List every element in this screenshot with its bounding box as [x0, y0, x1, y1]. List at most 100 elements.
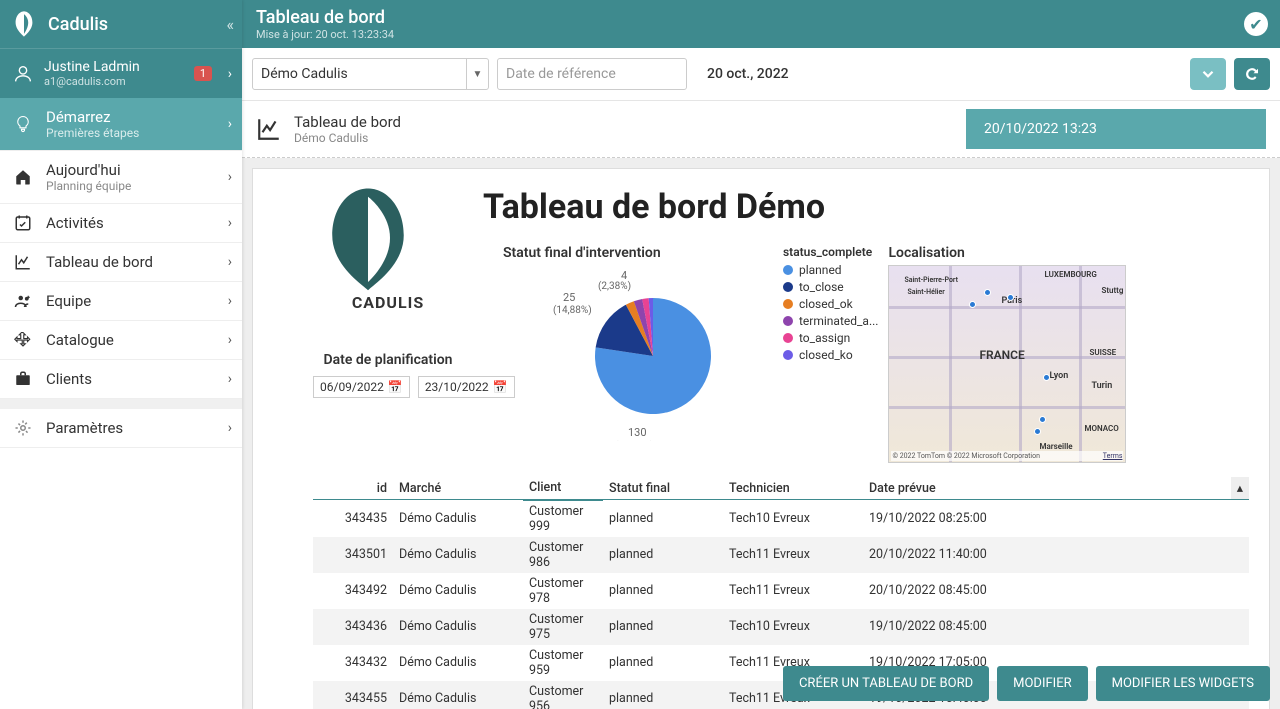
map[interactable]: FRANCE Paris LUXEMBOURG SUISSE Turin MON…: [888, 265, 1126, 463]
nav-label: Démarrez: [46, 108, 139, 126]
nav-label: Clients: [46, 370, 92, 388]
chevron-right-icon: ›: [228, 293, 232, 309]
table-row[interactable]: 343436Démo CadulisCustomer 975plannedTec…: [313, 609, 1249, 645]
date-from-input[interactable]: 06/09/2022 📅: [313, 376, 410, 398]
user-icon: [12, 63, 34, 85]
legend-item: terminated_a...: [783, 314, 878, 328]
logo-block: CADULIS Date de planification 06/09/2022…: [313, 183, 463, 398]
nav-sublabel: Planning équipe: [46, 179, 131, 193]
home-icon: [12, 168, 34, 186]
chart-line-icon: [12, 253, 34, 271]
col-tech[interactable]: Technicien: [723, 477, 863, 500]
map-title: Localisation: [888, 245, 1126, 261]
gear-icon: [12, 419, 34, 437]
map-label-monaco: MONACO: [1084, 424, 1118, 433]
nav-separator: [0, 399, 242, 409]
lightbulb-icon: [12, 115, 34, 133]
notification-badge: 1: [194, 66, 212, 81]
map-terms-link[interactable]: Terms: [1103, 452, 1123, 460]
edit-button[interactable]: MODIFIER: [997, 666, 1087, 701]
col-client[interactable]: Client: [523, 477, 603, 500]
table-row[interactable]: 343492Démo CadulisCustomer 978plannedTec…: [313, 573, 1249, 609]
nav-settings[interactable]: Paramètres ›: [0, 409, 242, 448]
refresh-icon: [1243, 65, 1261, 83]
map-label-france: FRANCE: [979, 348, 1024, 362]
chevron-right-icon: ›: [228, 215, 232, 231]
nav-start[interactable]: Démarrez Premières étapes ›: [0, 98, 242, 151]
svg-text:(77,38%): (77,38%): [615, 440, 654, 441]
nav-today[interactable]: Aujourd'hui Planning équipe ›: [0, 151, 242, 204]
map-attribution: © 2022 TomTom © 2022 Microsoft Corporati…: [892, 452, 1040, 460]
map-label-lyon: Lyon: [1049, 371, 1068, 381]
check-circle-icon[interactable]: ✔: [1244, 12, 1268, 36]
nav-team[interactable]: Equipe ›: [0, 282, 242, 321]
col-marche[interactable]: Marché: [393, 477, 523, 500]
chart-line-icon: [256, 116, 284, 142]
legend-item: closed_ok: [783, 297, 878, 311]
col-date[interactable]: Date prévue: [863, 477, 1231, 500]
subheader-sub: Démo Cadulis: [294, 131, 401, 145]
map-label-stp: Saint-Pierre-Port: [904, 276, 958, 284]
legend-title: status_complete: [783, 245, 878, 259]
nav-catalog[interactable]: Catalogue ›: [0, 321, 242, 360]
nav-dashboard[interactable]: Tableau de bord ›: [0, 243, 242, 282]
collapse-sidebar-icon[interactable]: «: [226, 15, 234, 34]
page-title: Tableau de bord: [256, 7, 1266, 28]
map-label-turin: Turin: [1091, 381, 1112, 391]
nav-label: Catalogue: [46, 331, 114, 349]
expand-button[interactable]: [1190, 58, 1226, 90]
svg-text:130: 130: [628, 426, 647, 439]
refresh-button[interactable]: [1234, 58, 1270, 90]
brand-name: Cadulis: [48, 14, 108, 35]
pie-legend: status_complete planned to_close closed_ok…: [783, 245, 878, 463]
dashboard-select[interactable]: Démo Cadulis ▼: [252, 58, 489, 90]
sidebar-header: Cadulis «: [0, 0, 242, 48]
nav-label: Activités: [46, 214, 104, 232]
map-label-marseille: Marseille: [1039, 442, 1072, 451]
nav-clients[interactable]: Clients ›: [0, 360, 242, 399]
content-scroll[interactable]: CADULIS Date de planification 06/09/2022…: [242, 158, 1280, 709]
user-name: Justine Ladmin: [44, 59, 140, 75]
pie-chart: 130(77,38%)25(14,88%)4(2,38%): [503, 261, 783, 441]
select-value: Démo Cadulis: [261, 66, 348, 82]
pie-title: Statut final d'intervention: [503, 245, 783, 261]
svg-text:25: 25: [563, 291, 575, 304]
footer-actions: CRÉER UN TABLEAU DE BORD MODIFIER MODIFI…: [783, 666, 1270, 701]
nav-sublabel: Premières étapes: [46, 126, 139, 140]
scroll-indicator[interactable]: ▴: [1231, 477, 1249, 500]
main: Tableau de bord Mise à jour: 20 oct. 13:…: [242, 0, 1280, 709]
table-header-row: id Marché Client Statut final Technicien…: [313, 477, 1249, 500]
nav-label: Equipe: [46, 292, 91, 310]
filter-bar: Démo Cadulis ▼ Date de référence 20 oct.…: [242, 48, 1280, 101]
subheader: Tableau de bord Démo Cadulis 20/10/2022 …: [242, 101, 1280, 158]
chevron-right-icon: ›: [228, 420, 232, 436]
edit-widgets-button[interactable]: MODIFIER LES WIDGETS: [1096, 666, 1270, 701]
legend-item: to_close: [783, 280, 878, 294]
chevron-right-icon: ›: [228, 169, 232, 185]
pie-widget: Statut final d'intervention 130(77,38%) 2…: [503, 245, 783, 463]
col-id[interactable]: id: [313, 477, 393, 500]
legend-item: to_assign: [783, 331, 878, 345]
subheader-title: Tableau de bord: [294, 113, 401, 131]
nav-label: Aujourd'hui: [46, 161, 131, 179]
table-row[interactable]: 343501Démo CadulisCustomer 986plannedTec…: [313, 537, 1249, 573]
table-row[interactable]: 343435Démo CadulisCustomer 999plannedTec…: [313, 500, 1249, 537]
map-label-sth: Saint-Hélier: [907, 288, 944, 296]
create-dashboard-button[interactable]: CRÉER UN TABLEAU DE BORD: [783, 666, 989, 701]
nav-activities[interactable]: Activités ›: [0, 204, 242, 243]
col-statut[interactable]: Statut final: [603, 477, 723, 500]
chevron-right-icon: ›: [228, 254, 232, 270]
chevron-right-icon: ›: [228, 66, 232, 82]
dashboard-title: Tableau de bord Démo: [483, 187, 1249, 227]
briefcase-icon: [12, 370, 34, 388]
chevron-down-icon: [1199, 65, 1217, 83]
cadulis-logo-icon: [313, 183, 423, 293]
reference-date-value: 20 oct., 2022: [695, 58, 955, 90]
placeholder: Date de référence: [506, 66, 616, 82]
user-menu[interactable]: Justine Ladmin a1@cadulis.com 1 ›: [0, 48, 242, 98]
chevron-right-icon: ›: [228, 371, 232, 387]
legend-item: planned: [783, 263, 878, 277]
date-filter-title: Date de planification: [313, 352, 463, 368]
reference-date-input[interactable]: Date de référence: [497, 58, 687, 90]
timestamp-box: 20/10/2022 13:23: [966, 109, 1266, 149]
